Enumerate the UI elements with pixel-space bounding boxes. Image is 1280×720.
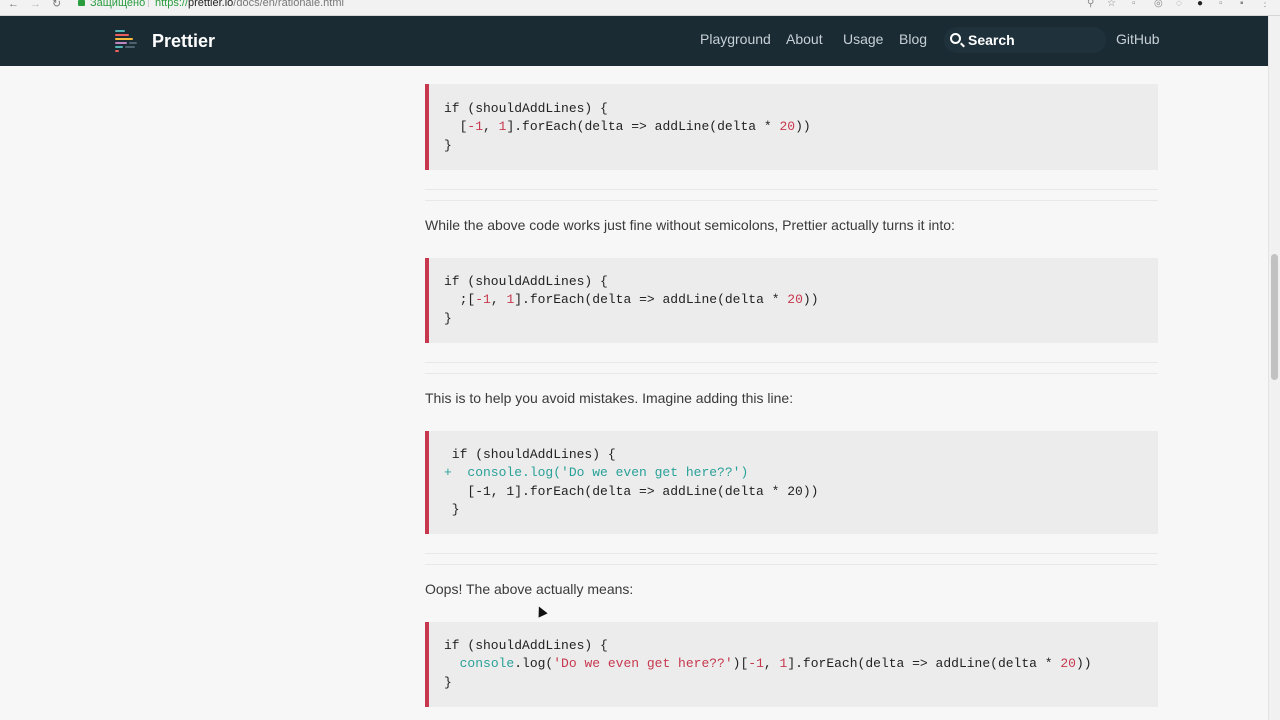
bookmark-star-icon[interactable]: ☆ <box>1107 0 1116 9</box>
paragraph: While the above code works just fine wit… <box>425 217 955 233</box>
code-line: if (shouldAddLines) { <box>444 446 1158 464</box>
site-brand[interactable]: Prettier <box>152 31 215 52</box>
code-token: )[ <box>732 656 749 672</box>
code-block: if (shouldAddLines) { + console.log('Do w… <box>425 431 1158 534</box>
code-line: if (shouldAddLines) { <box>444 637 1158 655</box>
forward-icon[interactable]: → <box>30 0 41 10</box>
code-line: ;[-1, 1].forEach(delta => addLine(delta … <box>444 291 1158 309</box>
nav-link-blog[interactable]: Blog <box>899 31 927 47</box>
code-token: + console.log('Do we even get here??') <box>444 465 749 481</box>
prettier-logo-icon[interactable] <box>113 28 139 54</box>
code-token: } <box>444 501 460 517</box>
code-token: if (shouldAddLines) { <box>444 447 616 462</box>
code-block: if (shouldAddLines) { console.log('Do we… <box>425 622 1158 707</box>
code-line: [-1, 1].forEach(delta => addLine(delta *… <box>444 118 1158 136</box>
divider <box>425 373 1158 374</box>
lock-icon <box>78 0 85 6</box>
code-block: if (shouldAddLines) { ;[-1, 1].forEach(d… <box>425 258 1158 343</box>
code-token: ;[ <box>444 292 476 308</box>
code-line: console.log('Do we even get here??')[-1,… <box>444 655 1158 673</box>
code-line: } <box>444 674 1158 692</box>
extension-icon[interactable]: ◌ <box>1176 0 1182 9</box>
code-token: if (shouldAddLines) { <box>444 638 608 653</box>
nav-link-usage[interactable]: Usage <box>843 31 883 47</box>
code-token: )) <box>795 119 811 135</box>
url-separator <box>148 0 149 7</box>
nav-link-playground[interactable]: Playground <box>700 31 771 47</box>
code-token: , <box>483 119 499 135</box>
code-token: -1 <box>748 656 764 672</box>
github-extension-icon[interactable]: ● <box>1197 0 1203 9</box>
divider <box>425 553 1158 554</box>
code-token: console <box>459 656 515 672</box>
code-token: ].forEach(delta => addLine(delta * <box>787 656 1061 672</box>
code-token: } <box>444 674 452 690</box>
code-line: + console.log('Do we even get here??') <box>444 464 1158 482</box>
code-token: )) <box>1075 656 1092 672</box>
code-line: } <box>444 310 1158 328</box>
code-token: ].forEach(delta => addLine(delta * <box>514 292 788 308</box>
divider <box>425 362 1158 363</box>
paragraph: Oops! The above actually means: <box>425 581 634 597</box>
code-block: if (shouldAddLines) { [-1, 1].forEach(de… <box>425 84 1158 170</box>
code-token: } <box>444 310 452 326</box>
code-token: , <box>763 656 780 672</box>
divider <box>425 189 1158 190</box>
search-input[interactable]: Search <box>944 27 1106 53</box>
code-token: , <box>490 292 507 308</box>
browser-toolbar: ← → ↻ Защищено https://prettier.io/docs/… <box>0 0 1280 16</box>
extension-icon[interactable]: ▪ <box>1240 0 1244 9</box>
paragraph: This is to help you avoid mistakes. Imag… <box>425 390 794 406</box>
nav-link-about[interactable]: About <box>786 31 823 47</box>
url-host: prettier.io <box>188 0 234 9</box>
code-token: 20 <box>779 119 796 135</box>
reload-icon[interactable]: ↻ <box>52 0 61 10</box>
search-icon <box>950 33 961 44</box>
code-token: if (shouldAddLines) { <box>444 274 608 289</box>
code-token: )) <box>802 292 819 308</box>
site-header: Prettier Playground About Usage Blog Sea… <box>0 16 1268 66</box>
code-token: -1 <box>467 119 484 135</box>
code-line: } <box>444 137 1158 155</box>
code-token: 20 <box>1060 656 1076 672</box>
url-path: /docs/en/rationale.html <box>233 0 344 9</box>
menu-icon[interactable]: ⋮ <box>1260 0 1270 9</box>
scrollbar-thumb[interactable] <box>1271 254 1278 380</box>
extension-icon[interactable]: ▫ <box>1132 0 1136 9</box>
code-token: .log( <box>514 656 554 672</box>
code-token: [-1, 1].forEach(delta => addLine(delta *… <box>444 483 819 499</box>
code-token: 'Do we even get here??' <box>553 656 733 672</box>
code-token: 20 <box>787 292 803 308</box>
divider <box>425 200 1158 201</box>
address-bar[interactable]: https://prettier.io/docs/en/rationale.ht… <box>155 0 344 9</box>
code-line: } <box>444 501 1158 519</box>
code-token: if (shouldAddLines) { <box>444 101 608 116</box>
zoom-icon[interactable]: ⚲ <box>1087 0 1094 9</box>
extension-icon[interactable]: ◎ <box>1154 0 1163 9</box>
url-protocol: https:// <box>155 0 189 9</box>
code-token: [ <box>444 119 468 135</box>
divider <box>425 564 1158 565</box>
code-line: if (shouldAddLines) { <box>444 100 1158 118</box>
code-line: [-1, 1].forEach(delta => addLine(delta *… <box>444 483 1158 501</box>
mouse-cursor-icon <box>534 604 548 618</box>
secure-label: Защищено <box>90 0 146 9</box>
back-icon[interactable]: ← <box>8 0 19 10</box>
code-token: ].forEach(delta => addLine(delta * <box>506 119 780 135</box>
code-token: } <box>444 137 452 153</box>
search-placeholder: Search <box>968 32 1015 48</box>
extension-icon[interactable]: ▫ <box>1219 0 1223 9</box>
nav-link-github[interactable]: GitHub <box>1116 31 1160 47</box>
code-line: if (shouldAddLines) { <box>444 273 1158 291</box>
code-token: -1 <box>475 292 491 308</box>
